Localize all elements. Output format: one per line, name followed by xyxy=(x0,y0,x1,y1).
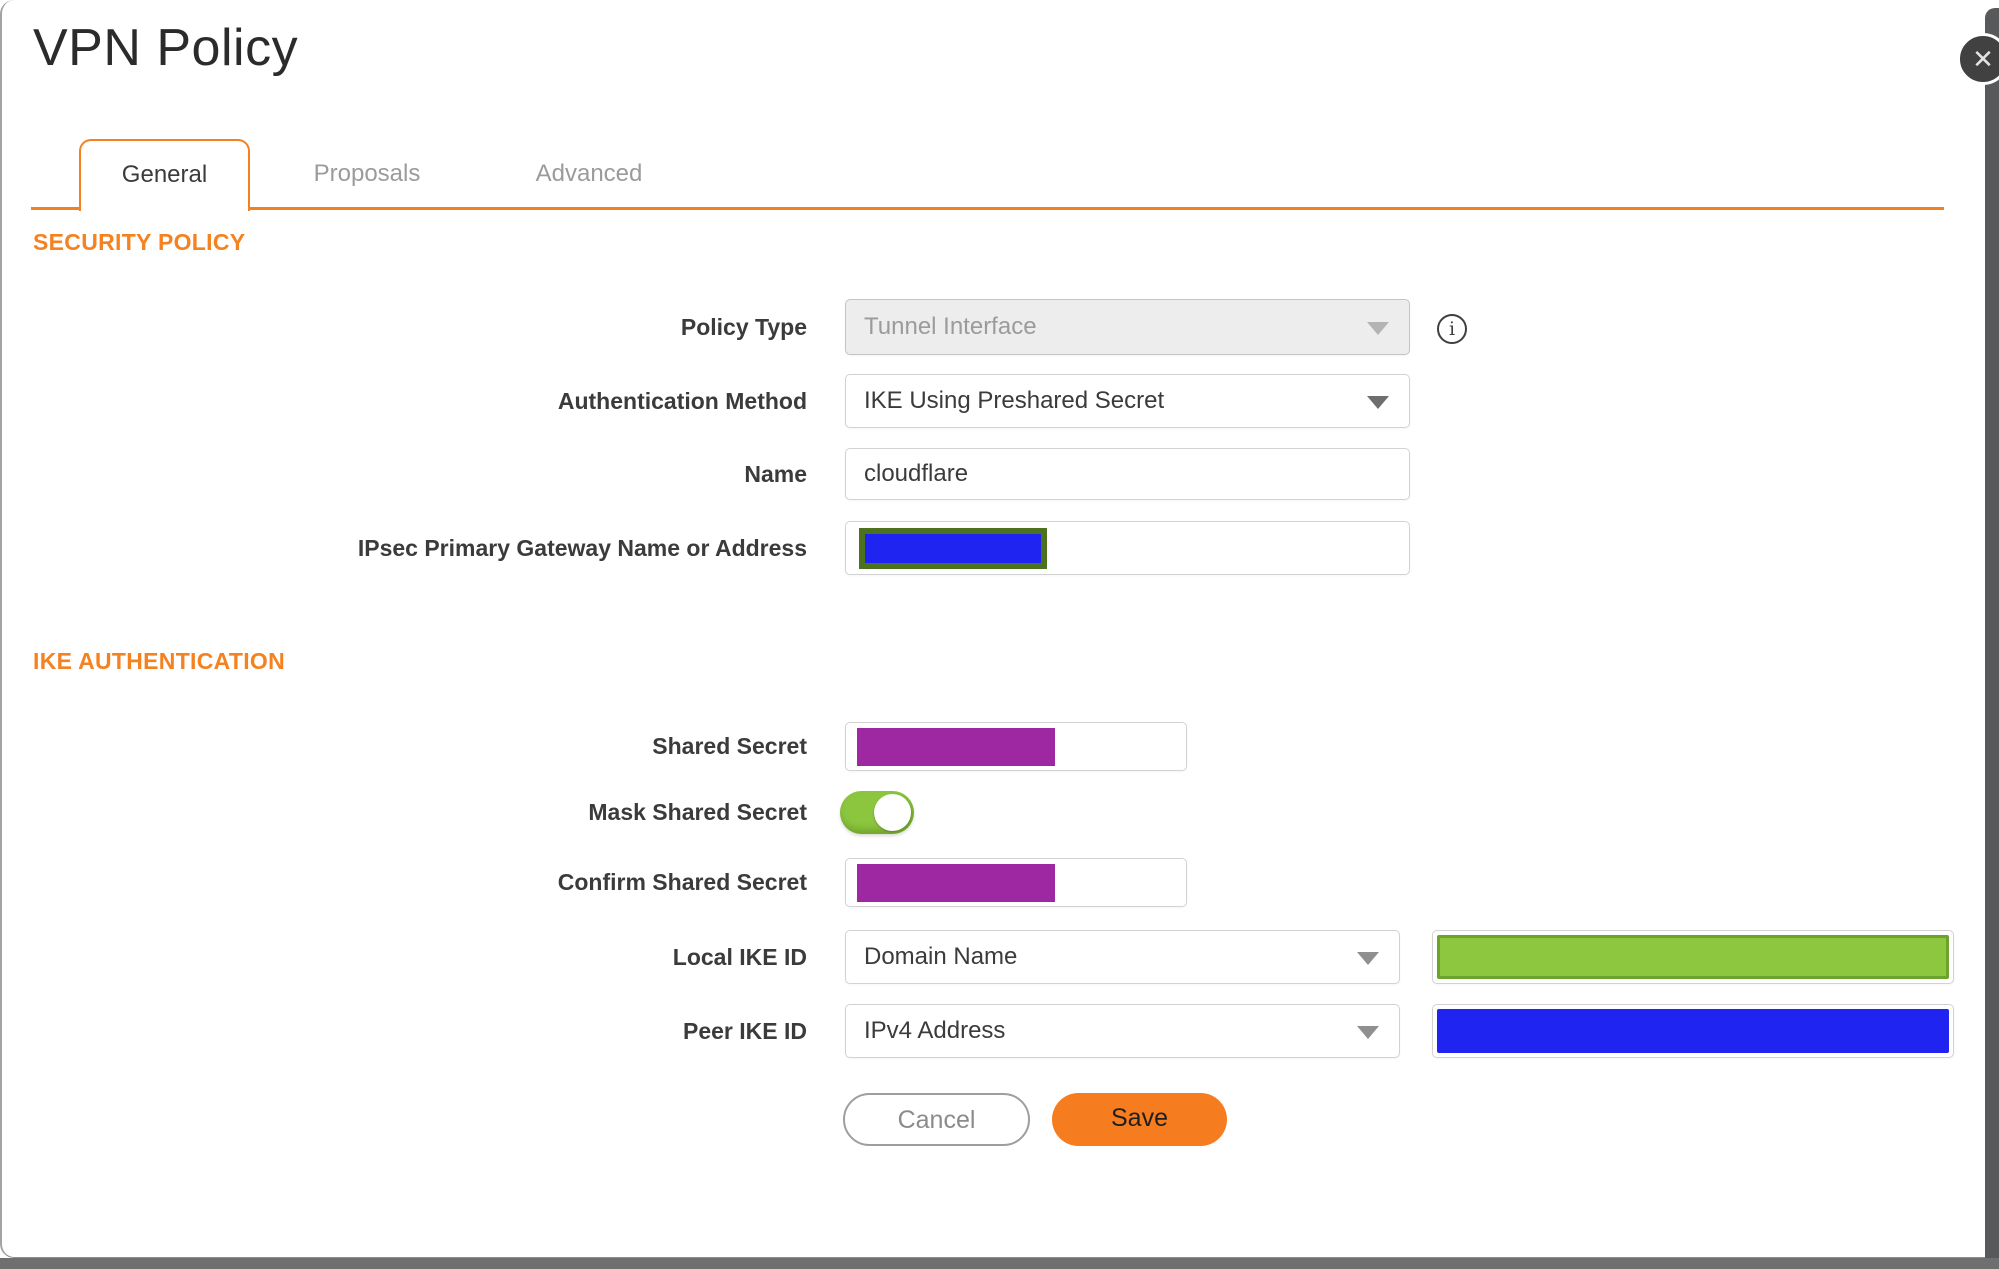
peer-ike-id-type-select[interactable]: IPv4 Address xyxy=(845,1004,1400,1058)
policy-type-select: Tunnel Interface xyxy=(845,299,1410,355)
authentication-method-select[interactable]: IKE Using Preshared Secret xyxy=(845,374,1410,428)
vpn-policy-modal: VPN Policy ✕ General Proposals Advanced … xyxy=(0,0,1999,1269)
chevron-down-icon xyxy=(1357,952,1379,965)
authentication-method-label: Authentication Method xyxy=(557,388,807,414)
peer-ike-id-label: Peer IKE ID xyxy=(683,1018,807,1044)
page-title: VPN Policy xyxy=(33,19,299,77)
name-label: Name xyxy=(744,461,807,487)
peer-ike-id-redacted-value xyxy=(1437,1009,1949,1053)
info-icon[interactable]: i xyxy=(1437,314,1467,344)
peer-ike-id-value-input[interactable] xyxy=(1432,1004,1954,1058)
close-icon: ✕ xyxy=(1972,44,1994,74)
shared-secret-redacted-value xyxy=(857,728,1055,766)
toggle-knob xyxy=(874,794,911,831)
peer-ike-id-type-value: IPv4 Address xyxy=(864,1017,1006,1044)
confirm-shared-secret-redacted-value xyxy=(857,864,1055,902)
shared-secret-label: Shared Secret xyxy=(652,733,807,759)
tab-advanced-label: Advanced xyxy=(535,160,643,187)
save-button[interactable]: Save xyxy=(1052,1093,1227,1146)
backdrop-right-edge xyxy=(1985,8,1999,1269)
tab-proposals-label: Proposals xyxy=(313,160,421,187)
confirm-shared-secret-input[interactable] xyxy=(845,858,1187,907)
local-ike-id-type-value: Domain Name xyxy=(864,943,1018,970)
tab-general[interactable]: General xyxy=(79,139,250,211)
tab-proposals[interactable]: Proposals xyxy=(302,139,432,209)
chevron-down-icon xyxy=(1367,322,1389,335)
policy-type-label: Policy Type xyxy=(680,314,807,340)
confirm-shared-secret-label: Confirm Shared Secret xyxy=(557,869,807,895)
local-ike-id-label: Local IKE ID xyxy=(672,944,807,970)
backdrop-bottom-edge xyxy=(0,1258,1999,1269)
mask-shared-secret-label: Mask Shared Secret xyxy=(588,799,807,825)
shared-secret-input[interactable] xyxy=(845,722,1187,771)
gateway-redacted-value xyxy=(859,528,1047,569)
local-ike-id-value-input[interactable] xyxy=(1432,930,1954,984)
tab-advanced[interactable]: Advanced xyxy=(519,139,659,209)
name-input[interactable] xyxy=(845,448,1410,500)
gateway-label: IPsec Primary Gateway Name or Address xyxy=(357,535,807,561)
dialog-card xyxy=(0,0,1985,1258)
section-security-policy: SECURITY POLICY xyxy=(33,229,246,255)
mask-shared-secret-toggle[interactable] xyxy=(840,791,914,834)
gateway-input[interactable] xyxy=(845,521,1410,575)
local-ike-id-redacted-value xyxy=(1437,935,1949,979)
chevron-down-icon xyxy=(1357,1026,1379,1039)
tab-general-label: General xyxy=(121,161,208,188)
cancel-button[interactable]: Cancel xyxy=(843,1093,1030,1146)
section-ike-authentication: IKE AUTHENTICATION xyxy=(33,648,285,674)
chevron-down-icon xyxy=(1367,396,1389,409)
policy-type-value: Tunnel Interface xyxy=(864,313,1037,340)
local-ike-id-type-select[interactable]: Domain Name xyxy=(845,930,1400,984)
authentication-method-value: IKE Using Preshared Secret xyxy=(864,387,1165,414)
